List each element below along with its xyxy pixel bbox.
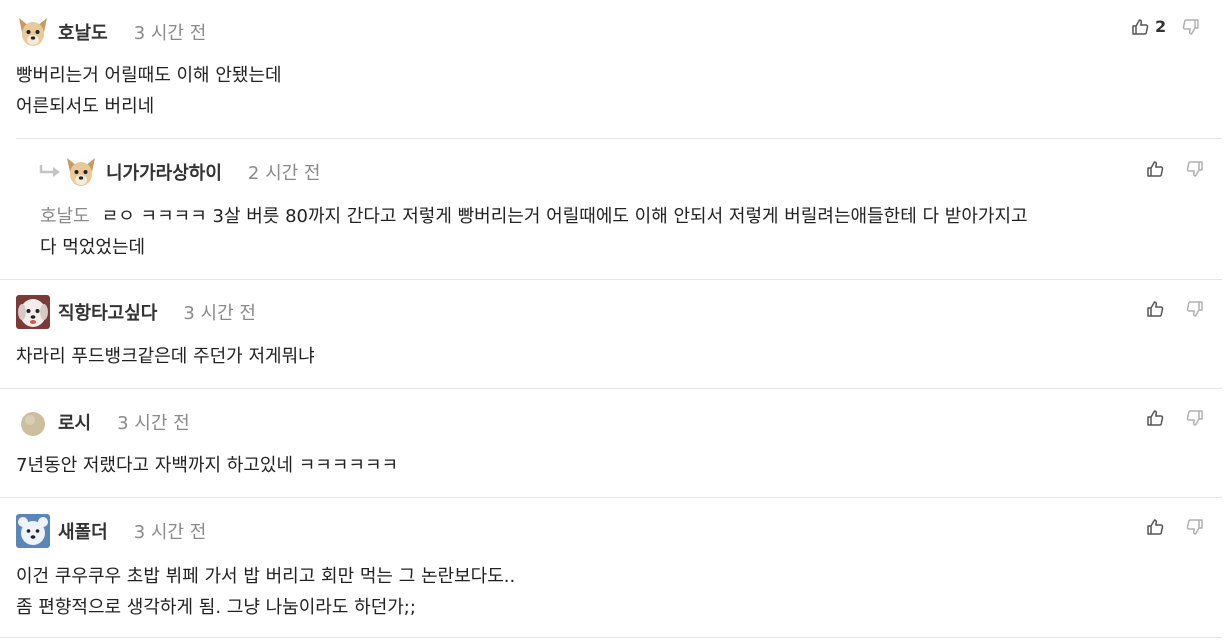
thumbs-down-icon [1182,18,1199,35]
vote-controls [1146,300,1204,318]
upvote-button[interactable] [1146,518,1164,536]
comment-body: 7년동안 저랬다고 자백까지 하고있네 ㅋㅋㅋㅋㅋㅋ [16,450,398,481]
comment-nickname[interactable]: 호날도 [58,19,108,45]
comment-time: 3 시간 전 [117,413,190,434]
upvote-button[interactable]: 2 [1131,17,1166,36]
upvote-button[interactable] [1146,409,1164,427]
comment-nickname[interactable]: 니가가라상하이 [106,159,222,185]
comment-header: 호날도 3 시간 전 [16,15,206,49]
comment-header: 로시 3 시간 전 [16,405,190,439]
divider [0,637,1222,638]
comment-body: 이건 쿠우쿠우 초밥 뷔페 가서 밥 버리고 회만 먹는 그 논란보다도.. 좀… [16,561,515,623]
default-circle-avatar-icon[interactable] [16,405,50,439]
downvote-button[interactable] [1186,518,1204,536]
puppy-avatar-icon[interactable] [16,295,50,329]
divider [0,388,1222,389]
comment-time: 2 시간 전 [247,163,321,184]
comment-line: 다 먹었었는데 [40,237,146,258]
thumbs-down-icon [1186,301,1203,317]
vote-controls [1146,409,1204,427]
reply-arrow-icon [39,165,60,177]
comment-body: 빵버리는거 어릴때도 이해 안됐는데 어른되서도 버리네 [16,60,282,122]
thumbs-up-icon [1147,519,1164,535]
downvote-button[interactable] [1186,409,1204,427]
comment-header: 직항타고싶다 3 시간 전 [16,295,256,329]
thumbs-down-icon [1186,410,1203,426]
comment-nickname[interactable]: 새폴더 [58,518,108,544]
comment-line: 차라리 푸드뱅크같은데 주던가 저게뭐냐 [16,346,315,367]
downvote-button[interactable] [1186,160,1204,178]
thumbs-up-icon [1132,18,1149,35]
comment-body: 호날도 ㄹㅇ ㅋㅋㅋㅋ 3살 버릇 80까지 간다고 저렇게 빵버리는거 어릴때에… [40,201,1028,263]
comment-line: 7년동안 저랬다고 자백까지 하고있네 ㅋㅋㅋㅋㅋㅋ [16,455,399,476]
vote-controls [1146,518,1204,536]
comment-line: 빵버리는거 어릴때도 이해 안됐는데 [16,65,282,86]
upvote-count: 2 [1155,17,1167,36]
vote-controls: 2 [1131,17,1200,36]
divider [16,138,1222,139]
vote-controls [1146,160,1204,178]
comment-line: 호날도 ㄹㅇ ㅋㅋㅋㅋ 3살 버릇 80까지 간다고 저렇게 빵버리는거 어릴때에… [40,201,1028,232]
dog-avatar-icon[interactable] [16,15,50,49]
upvote-button[interactable] [1146,300,1164,318]
comment-nickname[interactable]: 로시 [58,409,91,435]
bear-avatar-icon[interactable] [16,514,50,548]
thumbs-up-icon [1147,410,1164,426]
comment-header: 니가가라상하이 2 시간 전 [38,155,321,189]
comment-line: 어른되서도 버리네 [16,96,155,117]
comment-body: 차라리 푸드뱅크같은데 주던가 저게뭐냐 [16,341,315,372]
mention-tag[interactable]: 호날도 [40,206,90,227]
dog-avatar-icon[interactable] [64,155,98,189]
comment-time: 3 시간 전 [133,23,207,44]
thumbs-up-icon [1147,161,1164,177]
thumbs-up-icon [1147,301,1164,317]
comment-line: 이건 쿠우쿠우 초밥 뷔페 가서 밥 버리고 회만 먹는 그 논란보다도.. [16,566,516,587]
comment-nickname[interactable]: 직항타고싶다 [58,299,157,325]
thumbs-down-icon [1186,519,1203,535]
upvote-button[interactable] [1146,160,1164,178]
divider [0,497,1222,498]
comment-time: 3 시간 전 [133,522,207,543]
comment-line: 좀 편향적으로 생각하게 됨. 그냥 나눔이라도 하던가;; [16,597,416,618]
comment-time: 3 시간 전 [183,303,256,324]
thumbs-down-icon [1186,161,1203,177]
comment-header: 새폴더 3 시간 전 [16,514,206,548]
divider [0,279,1222,280]
comment-text: ㄹㅇ ㅋㅋㅋㅋ 3살 버릇 80까지 간다고 저렇게 빵버리는거 어릴때에도 이… [101,206,1028,227]
downvote-button[interactable] [1186,300,1204,318]
downvote-button[interactable] [1182,18,1200,36]
